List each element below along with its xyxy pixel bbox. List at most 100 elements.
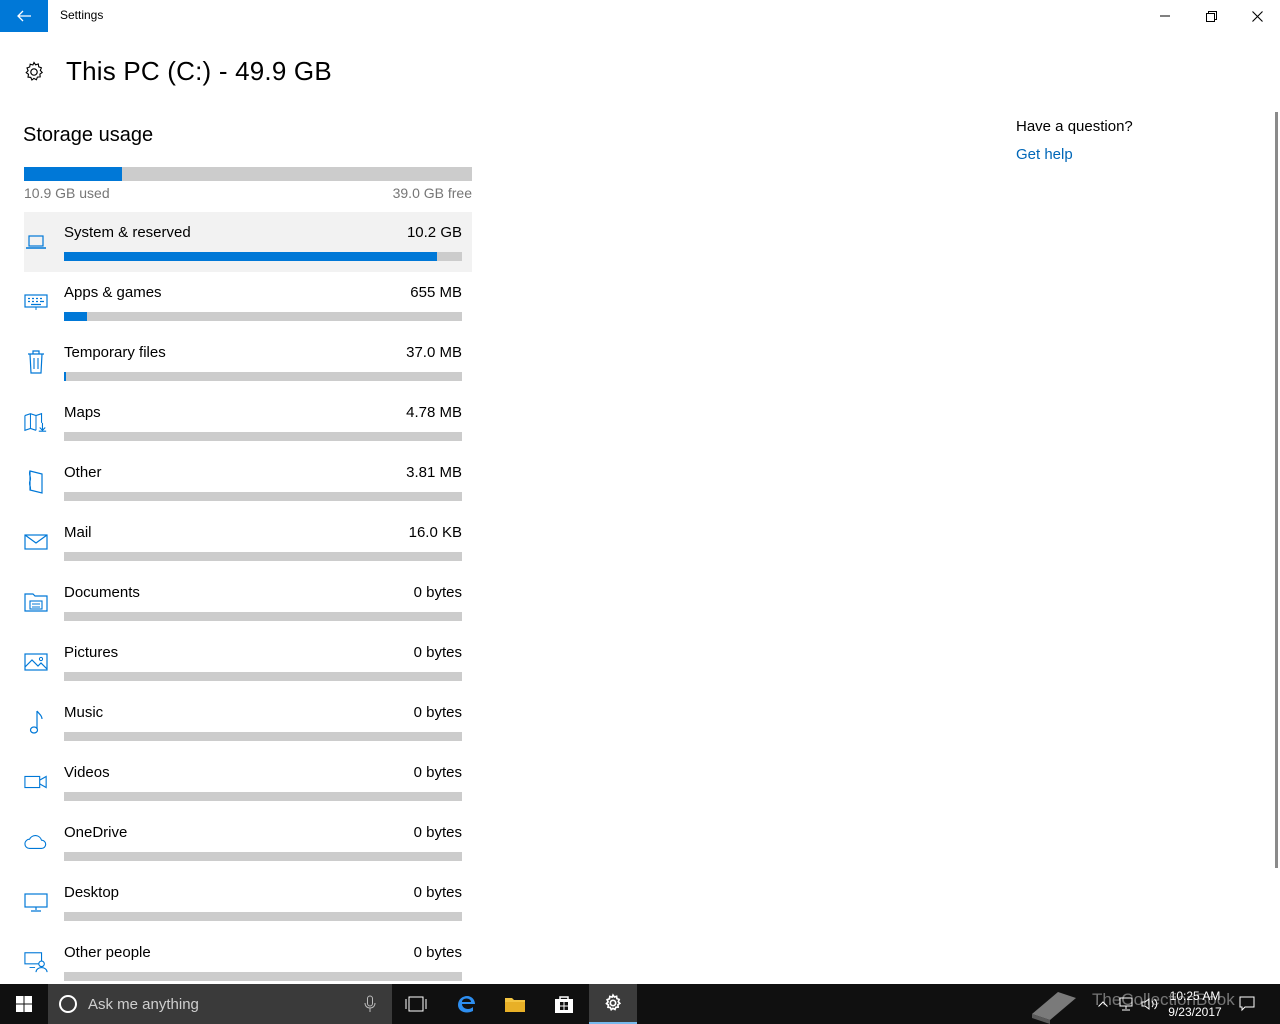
section-title: Storage usage: [23, 124, 154, 146]
category-usage-bar: [64, 312, 462, 321]
documents-folder-icon: [24, 588, 48, 616]
store-bag-icon: [555, 996, 573, 1013]
category-usage-bar: [64, 852, 462, 861]
category-name: Videos: [64, 764, 110, 781]
volume-tray-button[interactable]: [1140, 984, 1160, 1024]
storage-category-apps-games[interactable]: Apps & games 655 MB: [24, 272, 472, 332]
map-download-icon: [24, 408, 48, 436]
action-center-button[interactable]: [1234, 984, 1260, 1024]
category-name: OneDrive: [64, 824, 128, 841]
clock[interactable]: 10:25 AM 9/23/2017: [1160, 988, 1230, 1020]
monitor-icon: [24, 888, 48, 916]
folder-icon: [505, 998, 525, 1012]
notification-icon: [1239, 996, 1255, 1012]
storage-category-pictures[interactable]: Pictures 0 bytes: [24, 632, 472, 692]
network-tray-button[interactable]: [1116, 984, 1136, 1024]
store-button[interactable]: [540, 984, 588, 1024]
category-size: 0 bytes: [413, 824, 462, 841]
title-bar: Settings: [0, 0, 1280, 32]
scrollbar[interactable]: [1275, 112, 1278, 868]
mail-icon: [24, 528, 48, 556]
windows-logo-icon: [16, 996, 32, 1012]
category-size: 655 MB: [410, 284, 462, 301]
category-name: Other: [64, 464, 102, 481]
category-name: Music: [64, 704, 104, 721]
free-space-label: 39.0 GB free: [392, 185, 472, 201]
storage-category-videos[interactable]: Videos 0 bytes: [24, 752, 472, 812]
picture-icon: [24, 648, 48, 676]
microphone-icon[interactable]: [364, 995, 376, 1013]
restore-button[interactable]: [1188, 0, 1234, 32]
show-hidden-icons-button[interactable]: [1094, 984, 1112, 1024]
edge-button[interactable]: [442, 984, 490, 1024]
category-usage-fill: [64, 312, 88, 321]
storage-category-other-people[interactable]: Other people 0 bytes: [24, 932, 472, 992]
clock-date: 9/23/2017: [1168, 1005, 1222, 1019]
restore-icon: [1205, 10, 1217, 22]
category-usage-bar: [64, 612, 462, 621]
category-size: 0 bytes: [413, 884, 462, 901]
start-button[interactable]: [0, 984, 48, 1024]
category-name: Pictures: [64, 644, 119, 661]
close-icon: [1251, 10, 1263, 22]
help-question: Have a question?: [1016, 118, 1133, 135]
edge-icon: [458, 996, 475, 1013]
category-size: 37.0 MB: [406, 344, 462, 361]
storage-category-maps[interactable]: Maps 4.78 MB: [24, 392, 472, 452]
category-usage-bar: [64, 432, 462, 441]
category-usage-bar: [64, 672, 462, 681]
category-usage-bar: [64, 372, 462, 381]
settings-gear-icon: [605, 993, 622, 1012]
category-usage-bar: [64, 252, 462, 261]
close-button[interactable]: [1234, 0, 1280, 32]
music-note-icon: [24, 708, 48, 736]
trash-icon: [24, 348, 48, 376]
page-title: This PC (C:) - 49.9 GB: [66, 56, 332, 86]
category-name: System & reserved: [64, 224, 191, 241]
category-size: 16.0 KB: [408, 524, 462, 541]
category-usage-bar: [64, 732, 462, 741]
gear-icon: [25, 60, 44, 81]
file-explorer-button[interactable]: [491, 984, 539, 1024]
taskbar: Ask me anything TheCollectionBook 10:25 …: [0, 984, 1280, 1024]
storage-category-music[interactable]: Music 0 bytes: [24, 692, 472, 752]
storage-category-other[interactable]: Other 3.81 MB: [24, 452, 472, 512]
category-name: Documents: [64, 584, 140, 601]
back-arrow-icon: [17, 10, 31, 22]
search-placeholder: Ask me anything: [88, 996, 199, 1013]
task-view-button[interactable]: [392, 984, 440, 1024]
back-button[interactable]: [0, 0, 48, 32]
storage-category-temporary-files[interactable]: Temporary files 37.0 MB: [24, 332, 472, 392]
storage-category-system-reserved[interactable]: System & reserved 10.2 GB: [24, 212, 472, 272]
laptop-icon: [24, 228, 48, 256]
video-camera-icon: [24, 768, 48, 796]
storage-category-documents[interactable]: Documents 0 bytes: [24, 572, 472, 632]
minimize-icon: [1160, 15, 1170, 17]
storage-usage-bar: [24, 167, 472, 181]
category-size: 0 bytes: [413, 764, 462, 781]
cortana-icon: [59, 995, 77, 1013]
storage-category-desktop[interactable]: Desktop 0 bytes: [24, 872, 472, 932]
category-usage-bar: [64, 552, 462, 561]
network-icon: [1119, 997, 1133, 1011]
category-size: 0 bytes: [413, 644, 462, 661]
cloud-icon: [24, 828, 48, 856]
category-size: 10.2 GB: [406, 224, 462, 241]
search-box[interactable]: Ask me anything: [48, 984, 392, 1024]
category-name: Temporary files: [64, 344, 166, 361]
category-name: Mail: [64, 524, 92, 541]
get-help-link[interactable]: Get help: [1016, 146, 1073, 163]
minimize-button[interactable]: [1142, 0, 1188, 32]
storage-category-onedrive[interactable]: OneDrive 0 bytes: [24, 812, 472, 872]
storage-category-list: System & reserved 10.2 GB Apps & games 655 …: [24, 212, 472, 992]
category-size: 4.78 MB: [406, 404, 462, 421]
category-size: 0 bytes: [413, 584, 462, 601]
storage-category-mail[interactable]: Mail 16.0 KB: [24, 512, 472, 572]
page-header: This PC (C:) - 49.9 GB: [22, 56, 332, 87]
chevron-up-icon: [1098, 1001, 1108, 1007]
speaker-icon: [1141, 998, 1158, 1010]
settings-taskbar-button[interactable]: [589, 984, 637, 1024]
window-title: Settings: [60, 8, 104, 22]
keyboard-icon: [24, 288, 48, 316]
category-usage-fill: [64, 372, 66, 381]
